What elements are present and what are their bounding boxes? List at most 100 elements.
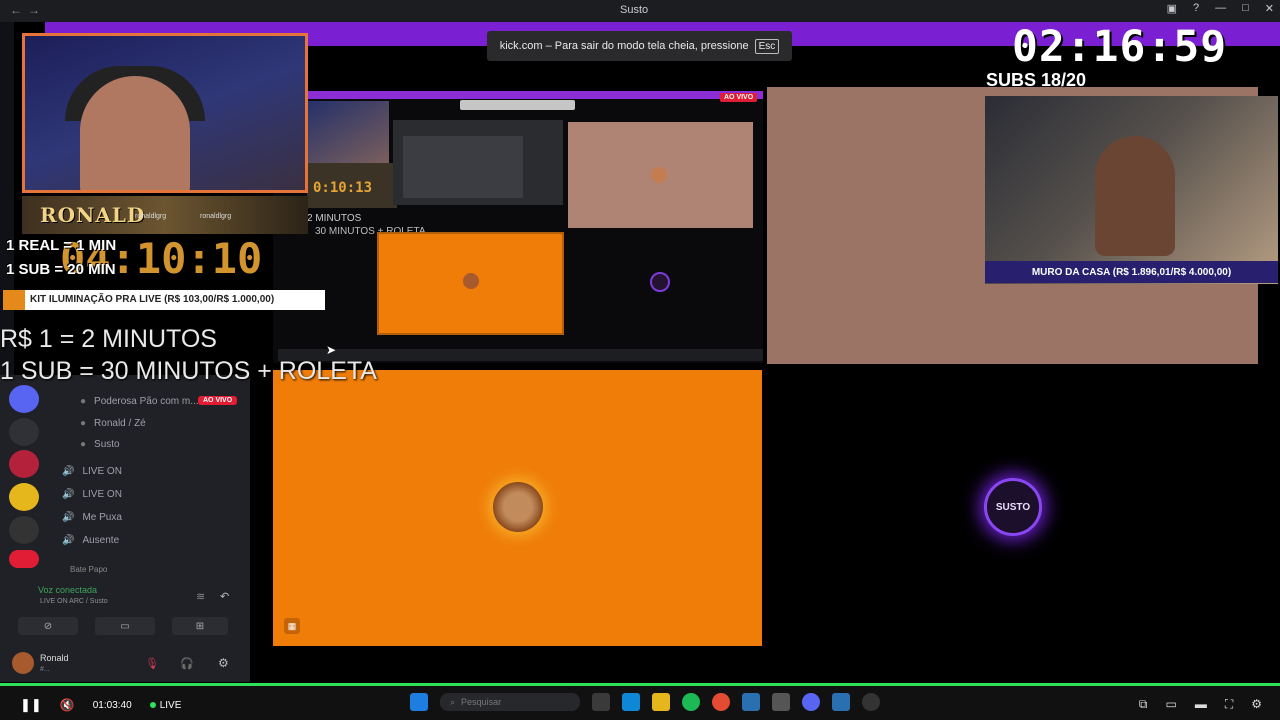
noise-suppression-icon[interactable]: ≋: [196, 590, 205, 603]
search-icon: ⌕: [450, 696, 456, 707]
pause-button[interactable]: ❚❚: [20, 697, 42, 713]
channel-live-on-1[interactable]: 🔊 LIVE ON: [62, 466, 122, 477]
server-icon[interactable]: [9, 418, 39, 446]
rule-real-minutes-large: R$ 1 = 2 MINUTOS: [0, 325, 217, 353]
nested-webcam: [307, 101, 389, 163]
voice-user-2[interactable]: ● Ronald / Zé: [80, 418, 146, 429]
social-handle: ronaldlgrg: [200, 213, 232, 220]
live-dot-icon: [149, 702, 156, 708]
donation-goal-bar: MURO DA CASA (R$ 1.896,01/R$ 4.000,00): [985, 261, 1278, 283]
kit-goal-label: KIT ILUMINAÇÃO PRA LIVE (R$ 103,00/R$ 1.…: [30, 294, 275, 305]
voice-channel-name: LIVE ON ARC / Susto: [40, 598, 108, 605]
live-label: LIVE: [159, 699, 182, 711]
store-icon: [742, 693, 760, 711]
theater-mode-icon[interactable]: ▬: [1195, 697, 1207, 712]
fullscreen-toast: kick.com – Para sair do modo tela cheia,…: [487, 31, 792, 61]
channel-live-on-2[interactable]: 🔊 LIVE ON: [62, 489, 122, 500]
channel-label: Ausente: [82, 535, 120, 546]
picture-in-picture-icon[interactable]: ⧉: [1139, 697, 1148, 712]
streamer-webcam-right: [985, 96, 1278, 284]
screen-share-icon: ▭: [120, 620, 130, 632]
window-controls: ▣ ? — □ ✕: [1167, 2, 1274, 15]
rule-sub-per-min: 1 SUB = 20 MIN: [6, 261, 116, 278]
server-icon[interactable]: [9, 450, 39, 478]
nested-toast: [460, 100, 575, 110]
fullscreen-icon[interactable]: ⛶: [1225, 697, 1233, 712]
avatar: ●: [80, 439, 87, 450]
streamer-figure: [1095, 136, 1175, 256]
nested-code-editor: [403, 136, 523, 198]
channel-label: LIVE ON: [82, 466, 122, 477]
taskbar-search: ⌕ Pesquisar: [440, 693, 580, 711]
user-name: Ronald: [40, 653, 69, 663]
chrome-icon: [712, 693, 730, 711]
social-handle: ronaldlgrg: [135, 213, 167, 220]
settings-gear-icon[interactable]: ⚙: [1251, 697, 1262, 712]
esc-key-hint: Esc: [754, 38, 780, 54]
voice-user-3[interactable]: ● Susto: [80, 439, 120, 450]
close-button[interactable]: ✕: [1265, 2, 1274, 15]
speaker-icon: 🔊: [62, 512, 75, 523]
maximize-button[interactable]: □: [1242, 2, 1249, 15]
screen-share-button[interactable]: ▭: [95, 617, 155, 635]
tile-menu-icon[interactable]: ▦: [284, 618, 300, 634]
help-icon[interactable]: ?: [1193, 2, 1199, 15]
rule-sub-minutes-large: 1 SUB = 30 MINUTOS + ROLETA: [0, 357, 377, 385]
avatar: [651, 167, 667, 183]
mute-icon[interactable]: 🎙: [145, 657, 159, 670]
user-status: #...: [40, 666, 50, 673]
subathon-timer: 02:16:59: [1012, 22, 1228, 72]
disconnect-icon[interactable]: ↶: [220, 590, 229, 603]
nested-windows-taskbar: ⌕ Pesquisar: [410, 693, 880, 711]
nested-live-badge: AO VIVO: [720, 93, 758, 102]
rule-real-per-min: 1 REAL = 1 MIN: [6, 237, 117, 254]
channel-ausente[interactable]: 🔊 Ausente: [62, 535, 119, 546]
fullscreen-toast-text: kick.com – Para sair do modo tela cheia,…: [499, 40, 749, 52]
window-title: Susto: [620, 4, 649, 16]
camera-off-icon: ⊘: [43, 620, 53, 632]
back-icon[interactable]: ←: [10, 3, 22, 17]
player-right-controls: ⧉ ▭ ▬ ⛶ ⚙: [1139, 697, 1262, 712]
streamer-face: [80, 76, 190, 190]
server-icon[interactable]: [9, 483, 39, 511]
player-left-controls: ❚❚ 🔇 01:03:40 LIVE: [20, 697, 181, 713]
task-view-icon: [592, 693, 610, 711]
activities-icon: ⊞: [195, 620, 205, 632]
nested-rule-1: 2 MINUTOS: [307, 213, 362, 224]
speaker-icon: 🔊: [62, 466, 75, 477]
user-avatar[interactable]: [12, 652, 34, 674]
avatar: ●: [80, 396, 87, 407]
avatar: ●: [80, 418, 87, 429]
settings-icon: [772, 693, 790, 711]
spotify-icon: [682, 693, 700, 711]
voice-user-label: Susto: [94, 439, 120, 450]
live-indicator[interactable]: LIVE: [149, 699, 182, 711]
category-bate-papo[interactable]: Bate Papo: [70, 565, 107, 574]
streamer-webcam-left: [22, 33, 308, 193]
mute-icon[interactable]: 🔇: [60, 698, 75, 712]
browser-title-bar: ← → Susto ▣ ? — □ ✕: [0, 0, 1280, 22]
voice-user-label: Poderosa Pão com m...: [94, 396, 199, 407]
server-icon[interactable]: [9, 516, 39, 544]
mouse-cursor-icon: ➤: [326, 343, 337, 357]
server-icon[interactable]: [9, 385, 39, 413]
extension-icon[interactable]: ▣: [1167, 2, 1177, 15]
settings-gear-icon[interactable]: ⚙: [218, 656, 229, 670]
elapsed-time: 01:03:40: [92, 699, 132, 711]
channel-me-puxa[interactable]: 🔊 Me Puxa: [62, 512, 122, 523]
nested-timer: 0:10:13: [313, 180, 373, 196]
activities-button[interactable]: ⊞: [172, 617, 228, 635]
deafen-icon[interactable]: 🎧: [180, 657, 194, 670]
speaker-icon: 🔊: [62, 535, 75, 546]
voice-user-1[interactable]: ● Poderosa Pão com m...: [80, 396, 199, 407]
obs-icon: [862, 693, 880, 711]
live-badge: AO VIVO: [198, 396, 238, 405]
minimize-button[interactable]: —: [1215, 2, 1226, 15]
forward-icon[interactable]: →: [28, 3, 40, 17]
clip-icon[interactable]: ▭: [1165, 697, 1176, 712]
susto-logo: SUSTO: [984, 478, 1042, 536]
camera-button[interactable]: ⊘: [18, 617, 78, 635]
voice-user-label: Ronald / Zé: [94, 418, 146, 429]
windows-start-icon: [410, 693, 428, 711]
nested-susto-logo: [650, 272, 670, 292]
